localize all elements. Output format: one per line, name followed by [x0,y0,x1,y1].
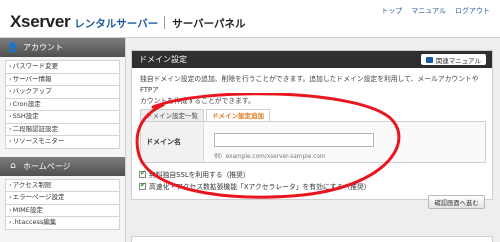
logo-brand: Xserver [10,12,71,31]
sidebar-list-homepage: ›アクセス制限 ›エラーページ設定 ›MIME設定 ›.htaccess編集 [5,178,120,230]
sidebar-section-homepage: ⌂ ホームページ [0,156,125,176]
top-link-top[interactable]: トップ [381,6,402,16]
sidebar-item-cron[interactable]: ›Cron設定 [6,99,119,111]
sidebar-item-resource-monitor[interactable]: ›リソースモニター [6,136,119,149]
arrow-icon: › [9,124,12,133]
main-content: ドメイン設定 関連マニュアル 独自ドメイン設定の追加、削除を行うことができます。… [131,50,493,242]
x-accelerator-label: 高速化・アクセス数拡張機能「Xアクセラレータ」を有効にする（推奨） [149,183,371,191]
sidebar: 👤 アカウント ›パスワード変更 ›サーバー情報 ›バックアップ ›Cron設定… [0,38,126,242]
top-link-manual[interactable]: マニュアル [411,6,446,16]
sidebar-item-mime[interactable]: ›MIME設定 [6,205,119,217]
panel-header: ドメイン設定 関連マニュアル [132,51,492,68]
sidebar-item-2fa[interactable]: ›二段階認証設定 [6,124,119,136]
related-manual-label: 関連マニュアル [435,56,481,65]
domain-name-label: ドメイン名 [141,122,204,162]
sidebar-item-label: MIME設定 [12,205,43,214]
arrow-icon: › [9,99,12,108]
arrow-icon: › [9,137,12,145]
sidebar-section-title: ホームページ [23,161,71,171]
sidebar-item-label: アクセス制限 [12,180,52,189]
logo-panel-name: サーバーパネル [172,18,246,30]
free-ssl-label: 無料独自SSLを利用する（推奨） [149,171,250,179]
book-icon [425,56,433,63]
arrow-icon: › [9,74,12,83]
lower-panel [131,236,493,242]
sidebar-item-label: パスワード変更 [12,62,59,70]
sidebar-item-label: リソースモニター [12,137,65,145]
tab-domain-list[interactable]: ドメイン設定一覧 [140,109,204,121]
domain-name-example: 例）example.com/xserver-sample.com [214,154,326,160]
sidebar-item-password[interactable]: ›パスワード変更 [6,61,119,74]
confirm-button[interactable]: 確認画面へ進む [428,195,485,209]
tab-domain-add[interactable]: ドメイン設定追加 [206,109,270,121]
top-link-logout[interactable]: ログアウト [455,6,490,16]
arrow-icon: › [9,218,12,226]
sidebar-item-error-page[interactable]: ›エラーページ設定 [6,192,119,205]
sidebar-item-htaccess[interactable]: ›.htaccess編集 [6,217,119,230]
sidebar-item-label: .htaccess編集 [12,218,57,226]
arrow-icon: › [9,62,12,70]
arrow-icon: › [9,180,12,189]
tab-bar: ドメイン設定一覧 ドメイン設定追加 [140,109,272,121]
x-accelerator-checkbox[interactable] [139,181,146,190]
sidebar-list-account: ›パスワード変更 ›サーバー情報 ›バックアップ ›Cron設定 ›SSH設定 … [5,60,120,149]
sidebar-item-server-info[interactable]: ›サーバー情報 [6,74,119,86]
option-free-ssl[interactable]: 無料独自SSLを利用する（推奨） [139,169,250,179]
sidebar-item-label: エラーページ設定 [12,193,65,201]
sidebar-section-account: 👤 アカウント [0,38,125,57]
sidebar-item-label: SSH設定 [12,112,39,120]
logo[interactable]: Xserver レンタルサーバー サーバーパネル [10,12,246,32]
top-links: トップ マニュアル ログアウト [372,6,490,16]
description-line-2: カウントを作成することができます。 [140,97,255,105]
sidebar-item-backup[interactable]: ›バックアップ [6,86,119,99]
page-description: 独自ドメイン設定の追加、削除を行うことができます。追加したドメイン設定を利用して… [132,68,492,107]
domain-form: ドメイン名 例）example.com/xserver-sample.com [140,121,486,163]
logo-subtitle: レンタルサーバー [74,18,159,30]
arrow-icon: › [9,112,12,120]
related-manual-button[interactable]: 関連マニュアル [420,54,486,65]
user-icon: 👤 [7,42,19,53]
sidebar-item-label: Cron設定 [12,99,41,108]
sidebar-item-ssh[interactable]: ›SSH設定 [6,111,119,124]
sidebar-item-access-control[interactable]: ›アクセス制限 [6,180,119,192]
arrow-icon: › [9,193,12,201]
arrow-icon: › [9,205,12,214]
sidebar-item-label: 二段階認証設定 [12,124,59,133]
top-header: Xserver レンタルサーバー サーバーパネル トップ マニュアル ログアウト [0,0,500,38]
sidebar-item-label: バックアップ [12,87,52,95]
domain-name-input[interactable] [214,133,374,147]
arrow-icon: › [9,87,12,95]
description-line-1: 独自ドメイン設定の追加、削除を行うことができます。追加したドメイン設定を利用して… [140,75,479,94]
home-icon: ⌂ [10,161,16,171]
free-ssl-checkbox[interactable] [139,169,146,178]
logo-divider [164,15,166,29]
sidebar-item-label: サーバー情報 [12,74,52,83]
option-x-accelerator[interactable]: 高速化・アクセス数拡張機能「Xアクセラレータ」を有効にする（推奨） [139,181,371,191]
sidebar-section-title: アカウント [23,43,63,52]
page-title: ドメイン設定 [139,55,187,64]
